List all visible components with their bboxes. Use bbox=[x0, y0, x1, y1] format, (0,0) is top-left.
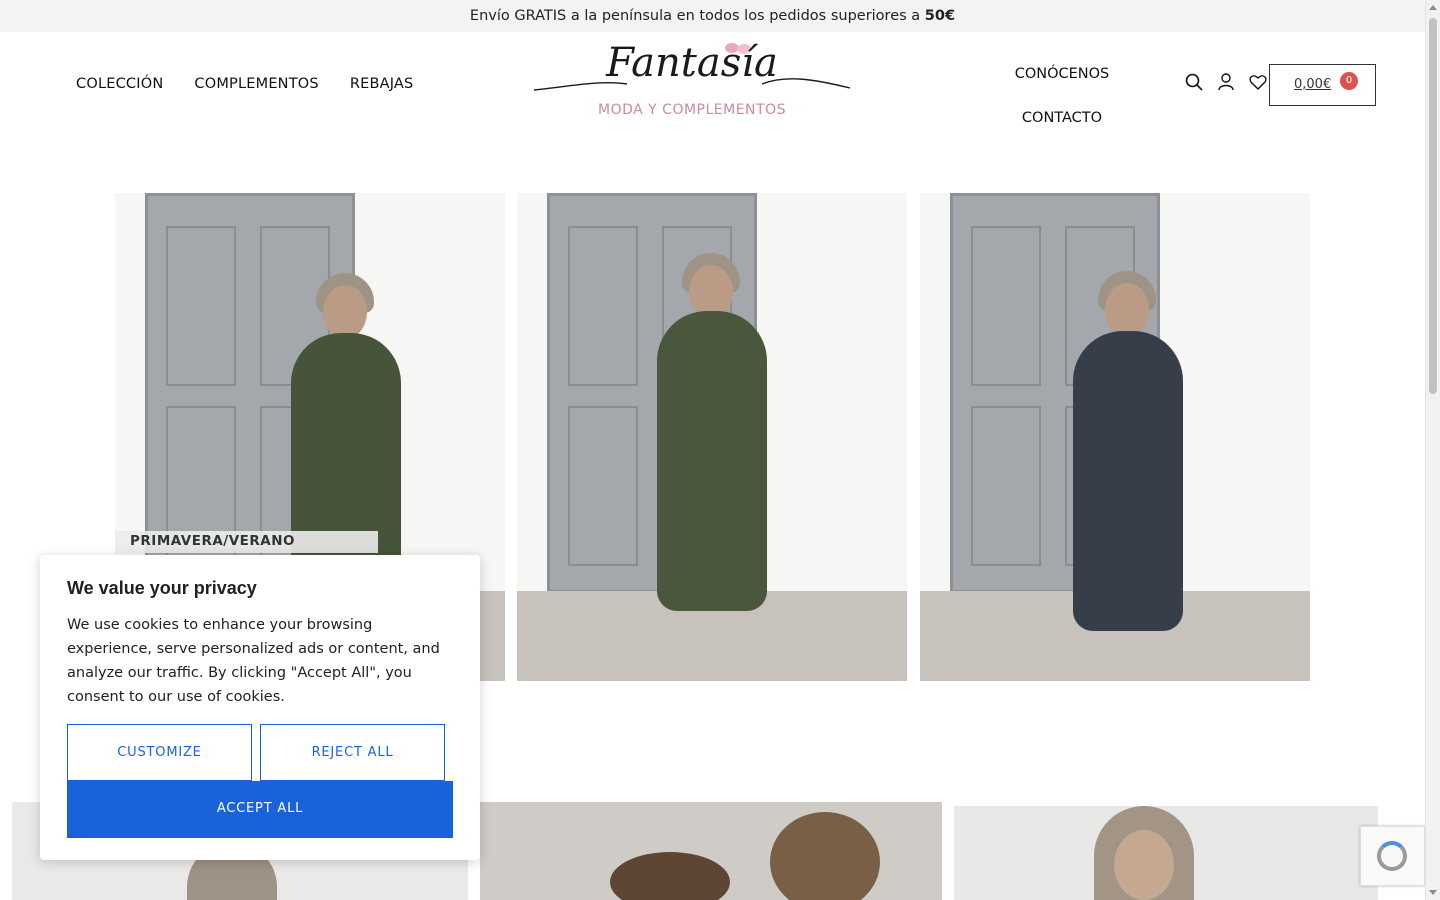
cookie-title: We value your privacy bbox=[67, 578, 257, 598]
cart-total: 0,00€ bbox=[1294, 77, 1332, 92]
product-photo-3[interactable] bbox=[954, 806, 1378, 900]
cookie-consent-banner: We value your privacy We use cookies to … bbox=[40, 555, 480, 860]
cart-count-badge: 0 bbox=[1340, 72, 1358, 90]
accept-all-button[interactable]: ACCEPT ALL bbox=[67, 781, 453, 838]
main-nav-right: CONÓCENOS CONTACTO bbox=[1000, 52, 1124, 140]
gallery-photo-3[interactable] bbox=[920, 193, 1310, 681]
recaptcha-badge[interactable] bbox=[1360, 826, 1425, 886]
nav-item-rebajas[interactable]: REBAJAS bbox=[350, 76, 414, 92]
announcement-bar: Envío GRATIS a la península en todos los… bbox=[0, 0, 1425, 32]
site-logo[interactable]: Fantasía MODA Y COMPLEMENTOS bbox=[532, 40, 852, 128]
nav-item-conocenos[interactable]: CONÓCENOS bbox=[1000, 52, 1124, 96]
nav-item-complementos[interactable]: COMPLEMENTOS bbox=[194, 76, 318, 92]
cookie-description: We use cookies to enhance your browsing … bbox=[67, 617, 440, 705]
announcement-highlight: 50€ bbox=[924, 8, 956, 24]
header-icons bbox=[1184, 72, 1268, 92]
scroll-down-icon[interactable] bbox=[1429, 890, 1437, 895]
reject-all-button[interactable]: REJECT ALL bbox=[260, 724, 445, 781]
nav-item-coleccion[interactable]: COLECCIÓN bbox=[76, 76, 163, 92]
scrollbar-thumb[interactable] bbox=[1429, 18, 1437, 394]
product-photo-2[interactable] bbox=[480, 802, 942, 900]
recaptcha-icon bbox=[1377, 841, 1407, 871]
cart-button[interactable]: 0,00€ 0 bbox=[1269, 64, 1376, 106]
logo-wordmark: Fantasía bbox=[606, 40, 778, 86]
page-scrollbar[interactable] bbox=[1425, 0, 1440, 900]
site-header: COLECCIÓN COMPLEMENTOS REBAJAS Fantasía … bbox=[0, 32, 1425, 142]
announcement-text: Envío GRATIS a la península en todos los… bbox=[469, 8, 925, 24]
gallery-caption: PRIMAVERA/VERANO bbox=[115, 531, 378, 553]
logo-subtitle: MODA Y COMPLEMENTOS bbox=[598, 102, 786, 118]
user-icon[interactable] bbox=[1216, 72, 1236, 92]
gallery-photo-2[interactable] bbox=[517, 193, 907, 681]
nav-item-contacto[interactable]: CONTACTO bbox=[1000, 96, 1124, 140]
search-icon[interactable] bbox=[1184, 72, 1204, 92]
customize-button[interactable]: CUSTOMIZE bbox=[67, 724, 252, 781]
scroll-up-icon[interactable] bbox=[1429, 5, 1437, 10]
heart-icon[interactable] bbox=[1248, 72, 1268, 92]
main-nav-left: COLECCIÓN COMPLEMENTOS REBAJAS bbox=[76, 76, 413, 92]
